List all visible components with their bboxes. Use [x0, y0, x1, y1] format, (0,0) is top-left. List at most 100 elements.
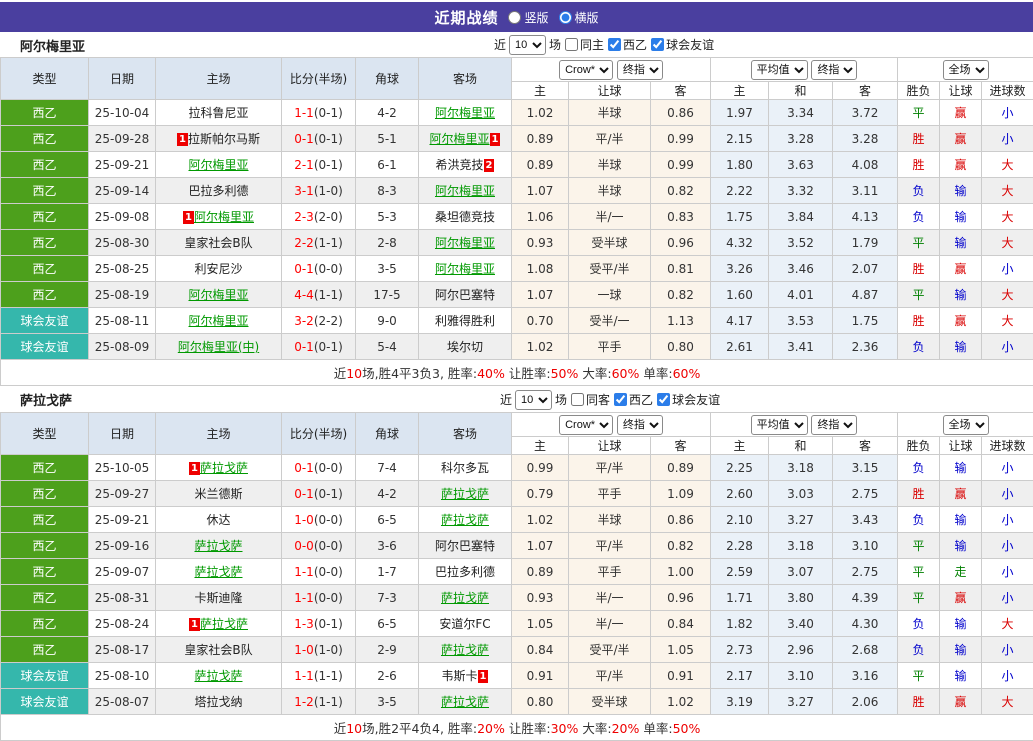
handicap-result: 赢	[940, 308, 982, 334]
final-index-select-2[interactable]: 终指	[811, 60, 857, 80]
match-date: 25-10-04	[89, 100, 156, 126]
radio-vertical-input[interactable]	[508, 11, 521, 24]
friendly-checkbox[interactable]	[657, 393, 670, 406]
home-team-link[interactable]: 阿尔梅里亚	[188, 158, 248, 172]
home-team-link[interactable]: 阿尔梅里亚	[188, 314, 248, 328]
halftime-score: (1-0)	[314, 184, 343, 198]
halftime-score: (0-1)	[314, 487, 343, 501]
red-card-badge: 1	[478, 670, 489, 683]
company-select[interactable]: Crow*	[559, 415, 613, 435]
league-filter[interactable]: 西乙	[607, 36, 647, 53]
match-date: 25-09-27	[89, 481, 156, 507]
home-team-link[interactable]: 萨拉戈萨	[194, 539, 242, 553]
away-team-link[interactable]: 阿尔巴塞特	[435, 539, 495, 553]
sub-col-goals: 进球数	[982, 437, 1033, 455]
away-team-link[interactable]: 阿尔梅里亚	[435, 236, 495, 250]
away-cell: 韦斯卡1	[419, 663, 512, 689]
home-team-link[interactable]: 米兰德斯	[194, 487, 242, 501]
match-count-select[interactable]: 10	[509, 35, 546, 55]
away-team-link[interactable]: 萨拉戈萨	[441, 513, 489, 527]
europe-draw-odds: 3.18	[769, 533, 833, 559]
home-cell: 1萨拉戈萨	[156, 611, 282, 637]
fulltime-score: 1-1	[294, 669, 314, 683]
company-select[interactable]: Crow*	[559, 60, 613, 80]
fulltime-score: 2-1	[294, 158, 314, 172]
score-cell: 2-3(2-0)	[282, 204, 356, 230]
home-team-link[interactable]: 皇家社会B队	[184, 236, 252, 250]
away-team-link[interactable]: 安道尔FC	[439, 617, 490, 631]
away-team-link[interactable]: 埃尔切	[447, 340, 483, 354]
europe-lose-odds: 4.87	[833, 282, 898, 308]
away-team-link[interactable]: 希洪竞技	[436, 158, 484, 172]
home-team-link[interactable]: 巴拉多利德	[188, 184, 248, 198]
home-team-link[interactable]: 萨拉戈萨	[194, 565, 242, 579]
away-team-link[interactable]: 萨拉戈萨	[441, 591, 489, 605]
away-team-link[interactable]: 阿尔梅里亚	[435, 184, 495, 198]
home-team-link[interactable]: 休达	[206, 513, 230, 527]
home-team-link[interactable]: 阿尔梅里亚	[194, 210, 254, 224]
away-team-link[interactable]: 萨拉戈萨	[441, 695, 489, 709]
layout-radio-horizontal[interactable]: 横版	[559, 9, 599, 26]
home-team-link[interactable]: 阿尔梅里亚(中)	[178, 340, 259, 354]
away-team-link[interactable]: 萨拉戈萨	[441, 487, 489, 501]
league-checkbox[interactable]	[608, 38, 621, 51]
home-team-link[interactable]: 萨拉戈萨	[194, 669, 242, 683]
home-team-link[interactable]: 利安尼沙	[194, 262, 242, 276]
final-index-select-2[interactable]: 终指	[811, 415, 857, 435]
result-group-header: 全场	[898, 413, 1033, 437]
europe-win-odds: 1.82	[711, 611, 769, 637]
col-score: 比分(半场)	[282, 58, 356, 100]
match-count-select[interactable]: 10	[515, 390, 552, 410]
home-team-link[interactable]: 拉斯帕尔马斯	[188, 132, 260, 146]
match-row: 西乙25-09-21休达1-0(0-0)6-5萨拉戈萨1.02半球0.862.1…	[1, 507, 1033, 533]
section-zaragoza-header: 萨拉戈萨 近 10 场 同客 西乙 球会友谊	[0, 386, 1033, 412]
wdl-result: 负	[898, 637, 940, 663]
home-team-link[interactable]: 塔拉戈纳	[194, 695, 242, 709]
same-venue-checkbox[interactable]	[565, 38, 578, 51]
friendly-filter[interactable]: 球会友谊	[650, 36, 714, 53]
away-team-link[interactable]: 利雅得胜利	[435, 314, 495, 328]
league-filter[interactable]: 西乙	[613, 391, 653, 408]
radio-horizontal-input[interactable]	[559, 11, 572, 24]
same-venue-filter[interactable]: 同主	[564, 36, 604, 53]
handicap-line: 平手	[569, 559, 651, 585]
home-team-link[interactable]: 卡斯迪隆	[194, 591, 242, 605]
home-team-link[interactable]: 萨拉戈萨	[200, 461, 248, 475]
away-team-link[interactable]: 萨拉戈萨	[441, 643, 489, 657]
handicap-host-odds: 1.07	[512, 282, 569, 308]
corner-score: 3-5	[356, 256, 419, 282]
home-team-link[interactable]: 拉科鲁尼亚	[188, 106, 248, 120]
home-team-link[interactable]: 萨拉戈萨	[200, 617, 248, 631]
final-index-select[interactable]: 终指	[617, 60, 663, 80]
away-cell: 阿尔巴塞特	[419, 282, 512, 308]
away-team-link[interactable]: 阿尔梅里亚	[430, 132, 490, 146]
goals-result: 大	[982, 152, 1033, 178]
away-team-link[interactable]: 巴拉多利德	[435, 565, 495, 579]
final-index-select[interactable]: 终指	[617, 415, 663, 435]
same-venue-filter[interactable]: 同客	[570, 391, 610, 408]
fulltime-select[interactable]: 全场	[943, 415, 989, 435]
home-team-link[interactable]: 阿尔梅里亚	[188, 288, 248, 302]
sub-col-wdl: 胜负	[898, 82, 940, 100]
average-select[interactable]: 平均值	[751, 60, 808, 80]
col-corner: 角球	[356, 413, 419, 455]
away-team-link[interactable]: 韦斯卡	[442, 669, 478, 683]
sub-col-wdl: 胜负	[898, 437, 940, 455]
away-team-link[interactable]: 阿尔巴塞特	[435, 288, 495, 302]
match-date: 25-08-19	[89, 282, 156, 308]
result-group-header: 全场	[898, 58, 1033, 82]
friendly-checkbox[interactable]	[651, 38, 664, 51]
fulltime-select[interactable]: 全场	[943, 60, 989, 80]
section-almeria-header: 阿尔梅里亚 近 10 场 同主 西乙 球会友谊	[0, 32, 1033, 57]
handicap-result: 输	[940, 334, 982, 360]
away-team-link[interactable]: 科尔多瓦	[441, 461, 489, 475]
layout-radio-vertical[interactable]: 竖版	[508, 9, 548, 26]
away-team-link[interactable]: 阿尔梅里亚	[435, 106, 495, 120]
league-checkbox[interactable]	[614, 393, 627, 406]
friendly-filter[interactable]: 球会友谊	[656, 391, 720, 408]
home-team-link[interactable]: 皇家社会B队	[184, 643, 252, 657]
average-select[interactable]: 平均值	[751, 415, 808, 435]
same-venue-checkbox[interactable]	[571, 393, 584, 406]
away-team-link[interactable]: 阿尔梅里亚	[435, 262, 495, 276]
away-team-link[interactable]: 桑坦德竞技	[435, 210, 495, 224]
